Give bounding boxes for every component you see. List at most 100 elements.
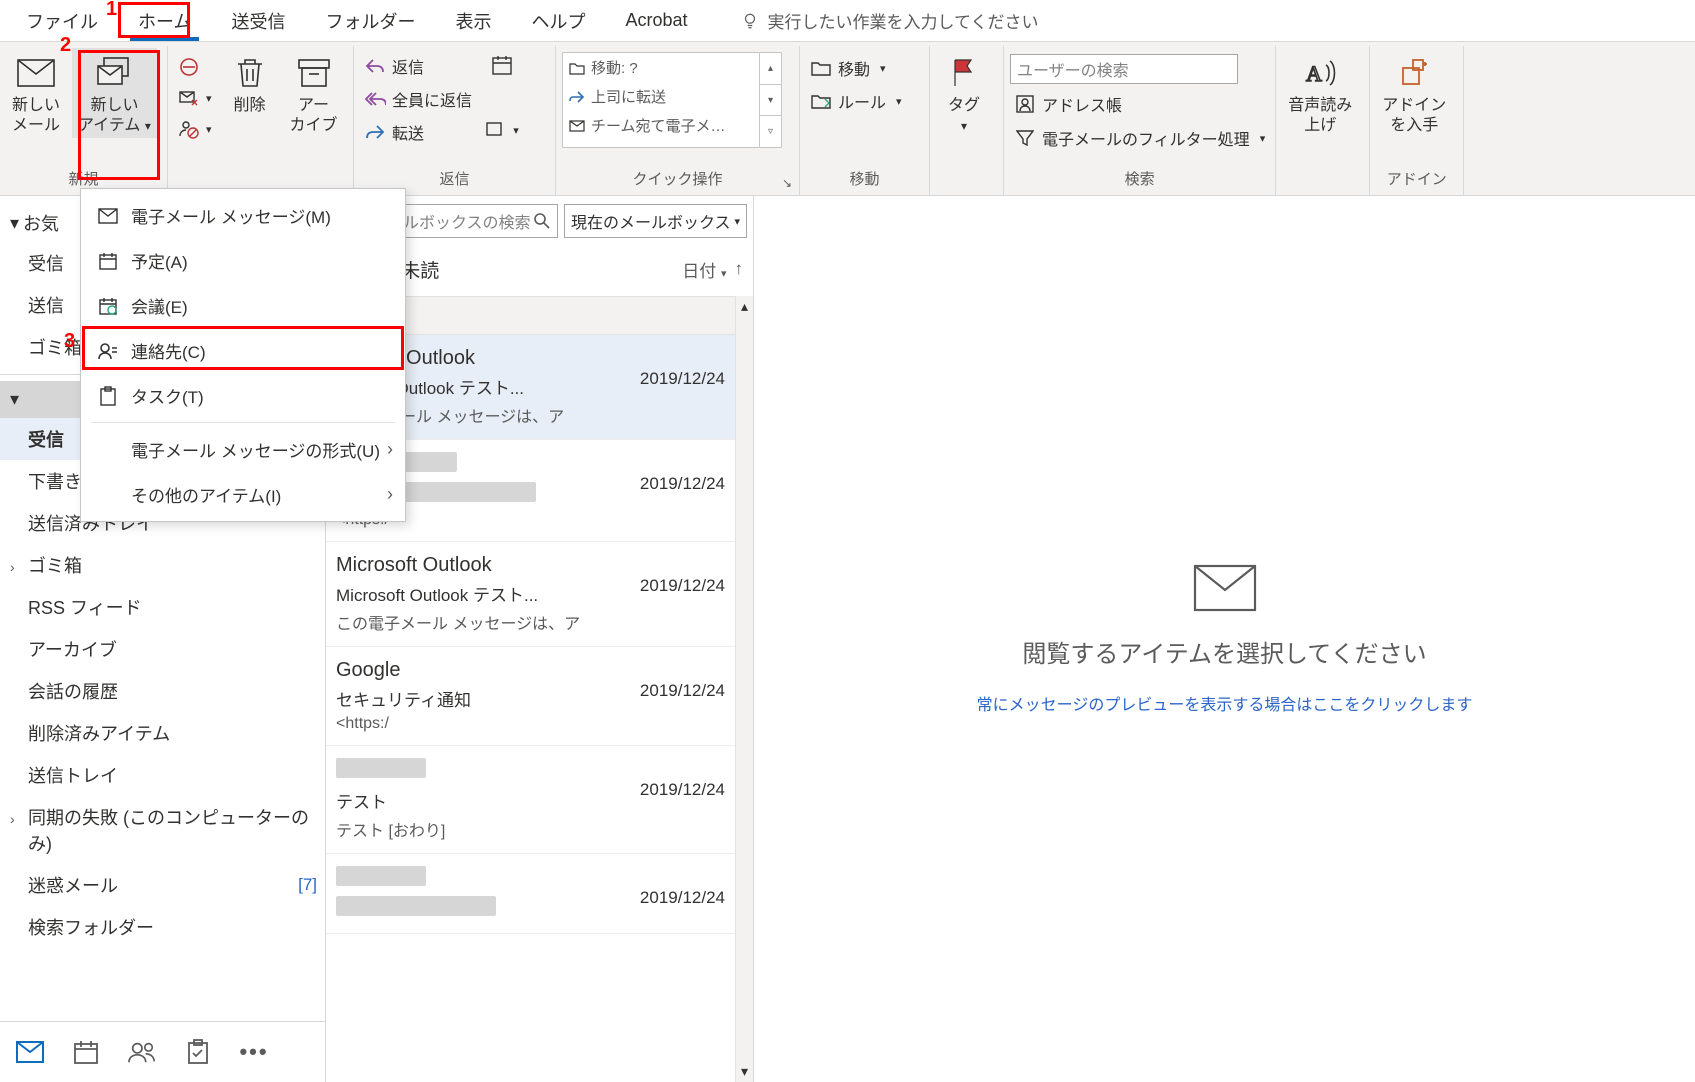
nav-mail-icon[interactable] [16, 1038, 44, 1066]
delete-button[interactable]: 削除 [222, 48, 278, 118]
msg-item[interactable]: 2019/12/24 [326, 854, 735, 934]
quick-steps-gallery[interactable]: 移動: ? 上司に転送 チーム宛て電子メ… ▴▾▿ [562, 52, 782, 148]
envelope-x-icon [178, 87, 200, 109]
menu-task[interactable]: タスク(T) [81, 373, 405, 418]
forward-button[interactable]: 転送 [360, 118, 476, 146]
tab-help[interactable]: ヘルプ [513, 2, 603, 40]
reply-all-button[interactable]: 全員に返信 [360, 85, 476, 113]
envelope-large-icon [1193, 564, 1257, 612]
quicksteps-launcher-icon[interactable]: ↘ [779, 175, 795, 191]
menu-other-items[interactable]: その他のアイテム(I) [81, 472, 405, 517]
folder-outbox[interactable]: 送信トレイ [0, 754, 325, 796]
chevron-right-icon: › [10, 559, 24, 575]
chevron-right-icon: › [10, 811, 24, 827]
nav-people-icon[interactable] [128, 1038, 156, 1066]
new-mail-label: 新しい メール [12, 96, 60, 136]
menu-meeting[interactable]: 会議(E) [81, 283, 405, 328]
flag-icon [944, 54, 984, 92]
folder-searchfolders[interactable]: 検索フォルダー [0, 906, 325, 948]
tab-view[interactable]: 表示 [437, 2, 509, 40]
lightbulb-icon [740, 11, 760, 31]
new-items-label: 新しい アイテム ▾ [78, 96, 151, 136]
rules-button[interactable]: ルール▾ [806, 87, 906, 115]
chevron-down-icon: ▾ [10, 389, 19, 410]
folder-conversation[interactable]: 会話の履歴 [0, 670, 325, 712]
junk-count: [7] [298, 875, 317, 895]
msg-item[interactable]: テスト 2019/12/24 テスト [おわり] [326, 746, 735, 854]
folder-archive[interactable]: アーカイブ [0, 628, 325, 670]
ribbon: 新しい メール 新しい アイテム ▾ 新規 ▾ ▾ 削除 [0, 42, 1695, 196]
ribbon-tabs: ファイル ホーム 送受信 フォルダー 表示 ヘルプ Acrobat 実行したい作… [0, 0, 1695, 42]
tell-me-box[interactable]: 実行したい作業を入力してください [740, 8, 1039, 33]
menu-contact[interactable]: 連絡先(C) [81, 328, 405, 373]
sort-button[interactable]: 日付 ▾ [682, 257, 726, 282]
group-quick-label: クイック操作 [562, 164, 793, 195]
msg-item[interactable]: Google セキュリティ通知 2019/12/24 <https:/ [326, 647, 735, 746]
callout-1: 1 [106, 0, 117, 21]
more-reply-button[interactable]: ▾ [481, 117, 523, 143]
nav-calendar-icon[interactable] [72, 1038, 100, 1066]
mail-small-icon [569, 120, 585, 132]
new-items-button[interactable]: 新しい アイテム ▾ [72, 48, 157, 138]
group-addin-label: アドイン [1376, 164, 1457, 195]
tab-sendrecv[interactable]: 送受信 [213, 2, 303, 40]
tab-acrobat[interactable]: Acrobat [607, 4, 705, 37]
no-entry-icon [178, 56, 200, 78]
folder-trash[interactable]: ›ゴミ箱 [0, 544, 325, 586]
archive-button[interactable]: アー カイブ [284, 48, 344, 138]
get-addins-button[interactable]: アドイン を入手 [1376, 48, 1452, 138]
tab-home[interactable]: ホーム [120, 2, 209, 40]
callout-2: 2 [60, 34, 71, 57]
junk-button[interactable]: ▾ [174, 116, 216, 142]
filter-unread-tab[interactable]: 未読 [401, 256, 439, 283]
reply-arrow-icon [364, 55, 386, 77]
reply-button[interactable]: 返信 [360, 52, 476, 80]
envelope-icon [16, 54, 56, 92]
folder-deleted[interactable]: 削除済みアイテム [0, 712, 325, 754]
more-icon [485, 119, 507, 141]
reading-pane: 閲覧するアイテムを選択してください 常にメッセージのプレビューを表示する場合はこ… [754, 196, 1695, 1082]
svg-text:A: A [1306, 61, 1322, 86]
group-search-label: 検索 [1010, 164, 1269, 195]
menu-appointment[interactable]: 予定(A) [81, 238, 405, 283]
sort-direction-icon[interactable]: ↑ [735, 259, 744, 279]
reading-preview-link[interactable]: 常にメッセージのプレビューを表示する場合はここをクリックします [977, 691, 1473, 715]
move-button[interactable]: 移動▾ [806, 54, 906, 82]
callout-3: 3 [64, 330, 75, 353]
addins-icon [1394, 54, 1434, 92]
read-aloud-icon: A [1300, 54, 1340, 92]
calendar-icon [97, 250, 119, 272]
menu-email[interactable]: 電子メール メッセージ(M) [81, 193, 405, 238]
folder-rss[interactable]: RSS フィード [0, 586, 325, 628]
tab-folder[interactable]: フォルダー [307, 2, 433, 40]
nav-tasks-icon[interactable] [184, 1038, 212, 1066]
group-move-label: 移動 [806, 164, 923, 195]
msg-item[interactable]: Microsoft Outlook Microsoft Outlook テスト.… [326, 542, 735, 647]
menu-mail-format[interactable]: 電子メール メッセージの形式(U) [81, 427, 405, 472]
qs-boss[interactable]: 上司に転送 [563, 82, 781, 111]
trash-icon [230, 54, 270, 92]
chevron-down-icon: ▾ [10, 213, 19, 234]
move-folder-icon [569, 61, 585, 75]
tags-button[interactable]: タグ▾ [936, 48, 992, 138]
forward-arrow-icon [364, 121, 386, 143]
qs-team[interactable]: チーム宛て電子メ… [563, 111, 781, 140]
search-scope-dropdown[interactable]: 現在のメールボックス▾ [564, 204, 747, 238]
folder-syncfail[interactable]: ›同期の失敗 (このコンピューターのみ) [0, 796, 325, 864]
qs-scrollbar[interactable]: ▴▾▿ [759, 53, 781, 147]
meeting-reply-button[interactable] [487, 52, 517, 78]
nav-more-icon[interactable]: ••• [240, 1038, 268, 1066]
qs-move[interactable]: 移動: ? [563, 53, 781, 82]
mail-filter-button[interactable]: 電子メールのフィルター処理▾ [1010, 124, 1269, 152]
new-items-icon [94, 54, 134, 92]
reply-all-arrow-icon [364, 88, 386, 110]
read-aloud-button[interactable]: A 音声読み 上げ [1282, 48, 1358, 138]
person-block-icon [178, 118, 200, 140]
search-users-input[interactable]: ユーザーの検索 [1010, 54, 1238, 84]
address-book-button[interactable]: アドレス帳 [1010, 90, 1269, 118]
reading-empty-text: 閲覧するアイテムを選択してください [1022, 634, 1426, 669]
folder-junk[interactable]: 迷惑メール[7] [0, 864, 325, 906]
new-mail-button[interactable]: 新しい メール [6, 48, 66, 138]
cleanup-button[interactable]: ▾ [174, 85, 216, 111]
ignore-button[interactable] [174, 54, 216, 80]
